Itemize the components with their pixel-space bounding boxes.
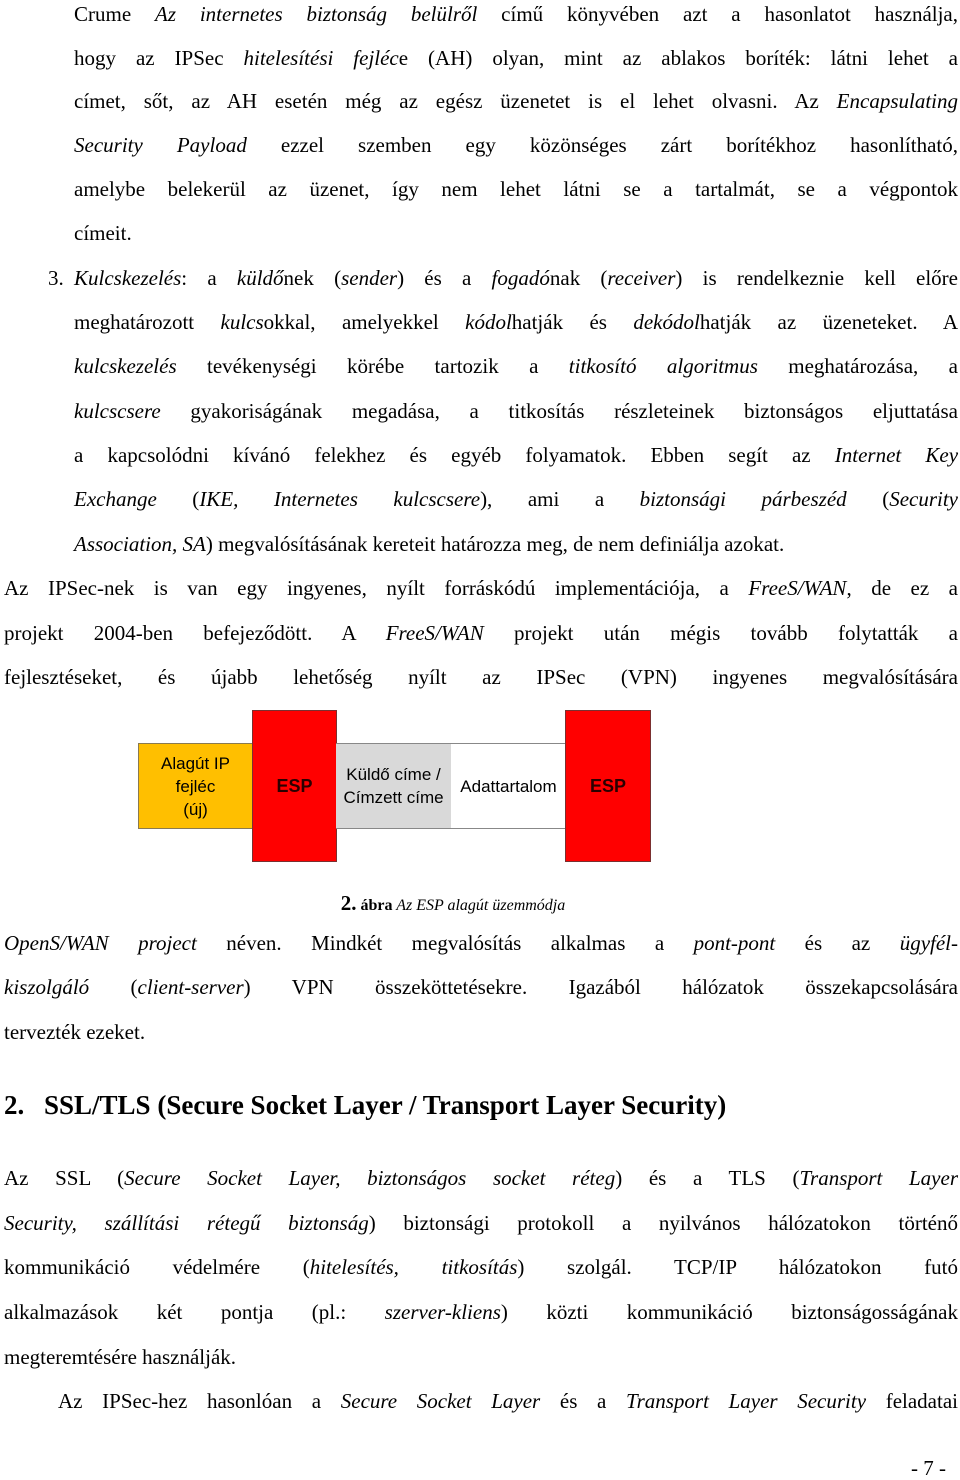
paragraph-line: kiszolgáló (client-server) VPN összekött… (4, 975, 959, 999)
paragraph-line: Az IPSec-nek is van egy ingyenes, nyílt … (4, 576, 958, 600)
list-item-line: kulcscsere gyakoriságának megadása, a ti… (74, 399, 958, 423)
paragraph-line: címeit. (74, 221, 132, 245)
paragraph-line: OpenS/WAN project néven. Mindkét megvaló… (4, 931, 958, 955)
paragraph-line: hogy az IPSec hitelesítési fejléce (AH) … (74, 46, 958, 70)
paragraph-line: Security, szállítási rétegű biztonság) b… (4, 1211, 959, 1235)
list-item-line: meghatározott kulcsokkal, amelyekkel kód… (74, 310, 958, 334)
paragraph-line: fejlesztéseket, és újabb lehetőség nyílt… (4, 665, 958, 689)
payload-box: Adattartalom (451, 743, 566, 829)
list-item-line: a kapcsolódni kívánó felekhez és egyéb f… (74, 443, 959, 467)
section-heading: 2. SSL/TLS (Secure Socket Layer / Transpo… (4, 1090, 727, 1120)
esp-trailer-box: ESP (565, 710, 651, 862)
list-item-line: Association, SA) megvalósításának kerete… (74, 532, 785, 556)
list-item-line: kulcskezelés tevékenységi körébe tartozi… (74, 354, 958, 378)
paragraph-line: Az SSL (Secure Socket Layer, biztonságos… (4, 1166, 958, 1190)
paragraph-line: megteremtésére használják. (4, 1345, 237, 1369)
paragraph-line: alkalmazások két pontja (pl.: szerver-kl… (4, 1300, 958, 1324)
paragraph-line: Crume Az internetes biztonság belülről c… (74, 2, 958, 26)
list-number: 3. (48, 266, 64, 290)
list-item-line: Exchange (IKE, Internetes kulcscsere), a… (74, 487, 959, 511)
paragraph-line: tervezték ezeket. (4, 1020, 146, 1044)
paragraph-line: Security Payload ezzel szemben egy közön… (74, 133, 958, 157)
esp-header-box: ESP (252, 710, 337, 862)
page-number: - 7 - (911, 1456, 946, 1480)
list-item-line: Kulcskezelés: a küldőnek (sender) és a f… (74, 266, 958, 290)
paragraph-line: projekt 2004-ben befejeződött. A FreeS/W… (4, 621, 958, 645)
paragraph-line: címet, sőt, az AH esetén még az egész üz… (74, 89, 958, 113)
paragraph-line: amelybe belekerül az üzenet, így nem leh… (74, 177, 958, 201)
paragraph-line: kommunikáció védelmére (hitelesítés, tit… (4, 1255, 959, 1279)
tunnel-ip-header-box: Alagút IP fejléc (új) (138, 743, 253, 829)
paragraph-line: Az IPSec-hez hasonlóan a Secure Socket L… (58, 1389, 958, 1413)
address-box: Küldő címe / Címzett címe (336, 743, 452, 829)
figure-caption: 2. ábra Az ESP alagút üzemmódja (340, 891, 566, 915)
